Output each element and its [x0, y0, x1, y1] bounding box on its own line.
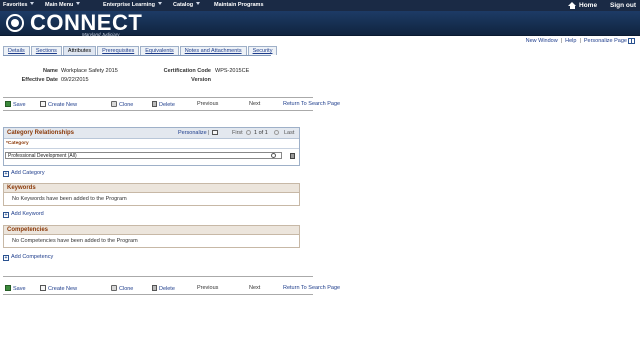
keywords-title: Keywords: [7, 185, 36, 191]
home-icon: [568, 2, 576, 9]
save-icon: [5, 285, 11, 291]
category-relationships-grid: Category Relationships Personalize | Fir…: [3, 127, 300, 166]
competencies-section: Competencies No Competencies have been a…: [3, 225, 300, 248]
favorites-menu[interactable]: Favorites: [3, 2, 35, 8]
plus-icon: +: [3, 255, 9, 261]
clone-icon: [111, 285, 117, 291]
create-new-button[interactable]: Create New: [40, 101, 77, 108]
effective-date-label: Effective Date: [21, 77, 58, 83]
plus-icon: +: [3, 212, 9, 218]
category-column-label: *Category: [6, 141, 29, 146]
return-to-search-button-bottom[interactable]: Return To Search Page: [283, 285, 340, 291]
separator: |: [579, 38, 581, 44]
version-label: Version: [191, 77, 211, 83]
grid-title: Category Relationships: [7, 130, 75, 136]
pagination-count: 1 of 1: [254, 130, 268, 136]
save-button-bottom[interactable]: Save: [5, 285, 26, 292]
sign-out-link[interactable]: Sign out: [610, 2, 636, 9]
action-toolbar-bottom: Save Create New Clone Delete Previous Ne…: [3, 282, 340, 295]
trash-icon: [152, 285, 157, 291]
chevron-down-icon: [157, 2, 162, 5]
save-button[interactable]: Save: [5, 101, 26, 108]
clone-button-bottom[interactable]: Clone: [111, 285, 133, 292]
trash-icon: [152, 101, 157, 107]
plus-icon: +: [3, 171, 9, 177]
clone-icon: [111, 101, 117, 107]
tab-attributes[interactable]: Attributes: [62, 46, 97, 55]
previous-button-bottom[interactable]: Previous: [197, 285, 218, 291]
certification-code-label: Certification Code: [163, 68, 211, 74]
next-page-icon[interactable]: [274, 130, 279, 136]
personalize-link[interactable]: Personalize: [178, 130, 207, 136]
new-document-icon: [40, 101, 46, 107]
breadcrumb-maintain-programs[interactable]: Maintain Programs: [214, 2, 264, 8]
delete-button-bottom[interactable]: Delete: [152, 285, 175, 292]
action-toolbar-top: Save Create New Clone Delete Previous Ne…: [3, 97, 340, 111]
delete-row-icon[interactable]: [290, 153, 295, 159]
keywords-empty-message: No Keywords have been added to the Progr…: [12, 196, 127, 202]
new-window-link[interactable]: New Window: [526, 38, 558, 44]
breadcrumb-catalog[interactable]: Catalog: [173, 2, 201, 8]
page-tabs: Details Sections Attributes Prerequisite…: [3, 46, 278, 56]
competencies-title: Competencies: [7, 227, 49, 233]
home-link[interactable]: Home: [568, 2, 597, 9]
divider: [3, 276, 313, 277]
name-value: Workplace Safety 2015: [61, 68, 118, 74]
next-button-bottom[interactable]: Next: [249, 285, 260, 291]
competencies-empty-message: No Competencies have been added to the P…: [12, 238, 138, 244]
chevron-down-icon: [196, 2, 201, 5]
last-link: Last: [284, 130, 295, 136]
separator: |: [208, 130, 210, 136]
utility-links: New Window | Help | Personalize Page: [526, 38, 627, 44]
column-header: *Category: [4, 139, 299, 149]
delete-button[interactable]: Delete: [152, 101, 175, 108]
view-all-icon[interactable]: [212, 130, 220, 136]
category-input[interactable]: Professional Development (All): [5, 152, 282, 159]
personalize-page-link[interactable]: Personalize Page: [584, 38, 627, 44]
chevron-down-icon: [76, 2, 81, 5]
next-button[interactable]: Next: [249, 101, 260, 107]
add-category-link[interactable]: + Add Category: [3, 170, 45, 177]
main-menu[interactable]: Main Menu: [45, 2, 81, 8]
previous-page-icon[interactable]: [246, 130, 251, 136]
grid-header: Category Relationships Personalize | Fir…: [4, 128, 299, 139]
tab-security[interactable]: Security: [247, 46, 278, 55]
clone-button[interactable]: Clone: [111, 101, 133, 108]
separator: |: [560, 38, 563, 44]
tab-sections[interactable]: Sections: [30, 46, 62, 55]
help-link[interactable]: Help: [565, 38, 576, 44]
name-label: Name: [43, 68, 58, 74]
lookup-icon[interactable]: [271, 153, 276, 158]
connect-logo-icon: [6, 14, 24, 32]
chevron-down-icon: [30, 2, 35, 5]
keywords-section: Keywords No Keywords have been added to …: [3, 183, 300, 206]
effective-date-value: 09/22/2015: [61, 77, 89, 83]
create-new-button-bottom[interactable]: Create New: [40, 285, 77, 292]
grid-icon[interactable]: [628, 38, 635, 44]
add-keyword-link[interactable]: + Add Keyword: [3, 211, 44, 218]
return-to-search-button[interactable]: Return To Search Page: [283, 101, 340, 107]
tab-equivalents[interactable]: Equivalents: [140, 46, 179, 55]
tab-details[interactable]: Details: [3, 46, 30, 55]
save-icon: [5, 101, 11, 107]
add-competency-link[interactable]: + Add Competency: [3, 254, 53, 261]
certification-code-value: WPS-2015CE: [215, 68, 250, 74]
tab-notes-and-attachments[interactable]: Notes and Attachments: [179, 46, 247, 55]
tab-prerequisites[interactable]: Prerequisites: [97, 46, 140, 55]
previous-button[interactable]: Previous: [197, 101, 218, 107]
breadcrumb-enterprise-learning[interactable]: Enterprise Learning: [103, 2, 162, 8]
new-document-icon: [40, 285, 46, 291]
app-subtitle: Maryland Judiciary: [82, 32, 120, 37]
first-link: First: [232, 130, 243, 136]
